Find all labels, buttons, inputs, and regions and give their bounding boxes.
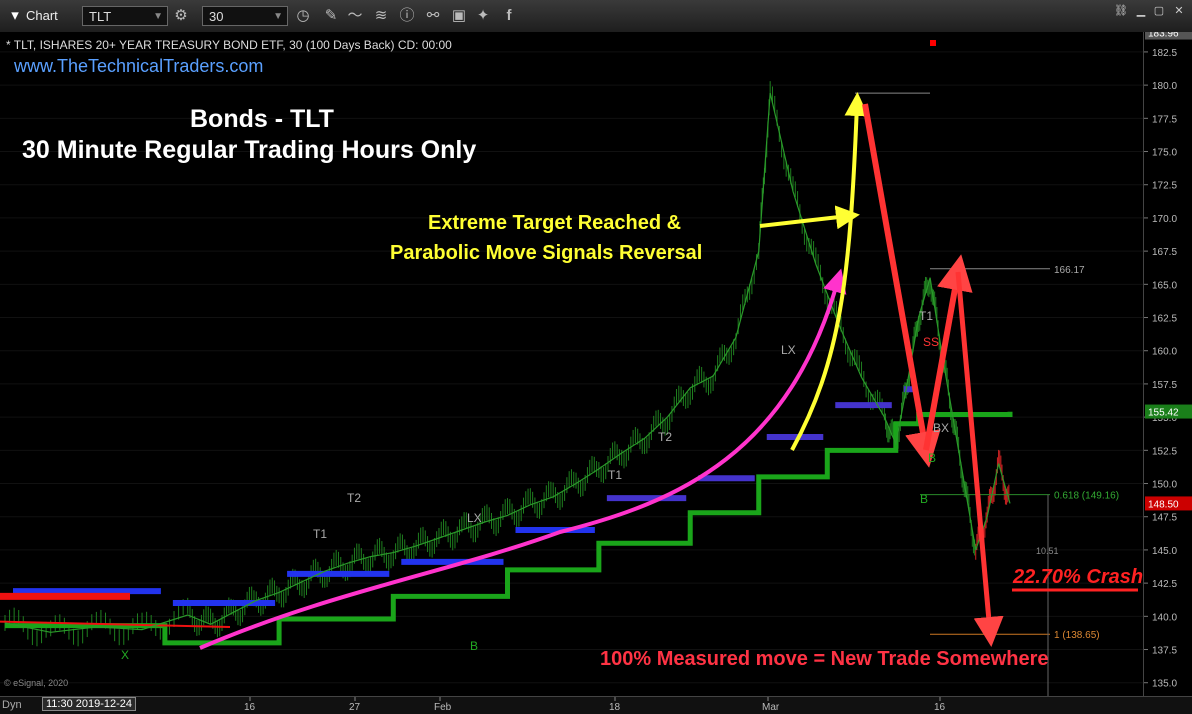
info-icon[interactable]: ⓘ	[398, 7, 416, 25]
annotation-title2: 30 Minute Regular Trading Hours Only	[22, 136, 477, 164]
price-marker-label: 183.96	[1148, 32, 1179, 40]
time-tick-label: Feb	[434, 702, 452, 713]
price-tick-label: 180.0	[1152, 81, 1177, 92]
signal-label: LX	[467, 511, 482, 525]
price-tick-label: 170.0	[1152, 214, 1177, 225]
chevron-down-icon[interactable]: ▼	[153, 7, 163, 27]
price-axis[interactable]: 135.0 137.5 140.0 142.5 145.0 147.5 150.0 152.5…	[1143, 25, 1192, 696]
chart-canvas: 166.17 0.618 (149.16) 1 (138.65) 10.51 T1 T2…	[0, 40, 1143, 696]
signal-label: B	[470, 639, 478, 653]
chevron-down-icon[interactable]: ▼	[273, 7, 283, 27]
signal-label: BX	[933, 421, 949, 435]
support-step-line	[5, 411, 1013, 646]
time-tick-label: 27	[349, 702, 361, 713]
interval-value: 30	[209, 9, 224, 24]
pencil-icon[interactable]: ✎	[322, 7, 340, 25]
gear-icon[interactable]: ⚙	[172, 7, 190, 25]
time-tick-label: 16	[934, 702, 946, 713]
website-link[interactable]: www.TheTechnicalTraders.com	[14, 56, 263, 77]
price-tick-label: 152.5	[1152, 446, 1177, 457]
price-marker-label: 148.50	[1148, 499, 1179, 510]
price-marker-label: 155.42	[1148, 408, 1179, 419]
twitter-icon[interactable]: ✦	[474, 7, 492, 25]
price-tick-label: 140.0	[1152, 612, 1177, 623]
yellow-parabola-arrow	[790, 92, 869, 451]
minimize-icon[interactable]: ▁	[1132, 4, 1150, 18]
price-tick-label: 165.0	[1152, 280, 1177, 291]
measure-label: 10.51	[1036, 546, 1059, 556]
copyright: © eSignal, 2020	[4, 678, 69, 688]
price-axis-canvas: 135.0 137.5 140.0 142.5 145.0 147.5 150.0 152.5…	[1144, 25, 1192, 690]
window-menu-icon[interactable]: ▾	[6, 7, 24, 25]
level-label: 1 (138.65)	[1054, 630, 1100, 641]
blue-stop-bars	[13, 386, 915, 607]
clock-icon[interactable]: ◷	[294, 7, 312, 25]
price-tick-label: 147.5	[1152, 513, 1177, 524]
price-tick-label: 160.0	[1152, 347, 1177, 358]
annotation-crash: 22.70% Crash	[1013, 566, 1144, 588]
symbol-input[interactable]: TLT ▼	[82, 6, 168, 26]
chart-title: * TLT, ISHARES 20+ YEAR TREASURY BOND ET…	[6, 38, 452, 52]
time-tick-label: 16	[244, 702, 256, 713]
time-axis[interactable]: Dyn 11:30 2019-12-24 16 27 Feb 18 Mar 16	[0, 696, 1192, 714]
close-icon[interactable]: ✕	[1170, 4, 1188, 18]
annotation-title1: Bonds - TLT	[190, 105, 334, 133]
level-label: 0.618 (149.16)	[1054, 491, 1119, 502]
price-tick-label: 167.5	[1152, 247, 1177, 258]
annotation-measured-move: 100% Measured move = New Trade Somewhere	[600, 648, 1049, 670]
signal-label: B	[920, 492, 928, 506]
annotation-extreme2: Parabolic Move Signals Reversal	[390, 242, 703, 264]
level-label: 166.17	[1054, 265, 1085, 276]
price-tick-label: 137.5	[1152, 646, 1177, 657]
facebook-icon[interactable]: f	[500, 7, 518, 25]
time-tick-label: Mar	[762, 702, 780, 713]
price-tick-label: 172.5	[1152, 181, 1177, 192]
signal-label: T2	[347, 491, 361, 505]
note-icon[interactable]: ▣	[450, 7, 468, 25]
price-tick-label: 145.0	[1152, 546, 1177, 557]
annotation-extreme1: Extreme Target Reached &	[428, 212, 682, 234]
signal-label: X	[121, 648, 129, 662]
trend-icon[interactable]: 〜	[346, 7, 364, 25]
signal-label: LX	[781, 343, 796, 357]
signal-label: T1	[919, 309, 933, 323]
app-title: Chart	[26, 8, 58, 23]
red-crash-arrow	[955, 271, 1004, 647]
price-tick-label: 162.5	[1152, 314, 1177, 325]
time-tick-label: 18	[609, 702, 621, 713]
signal-label: T1	[313, 527, 327, 541]
link-icon[interactable]: ⚯	[424, 7, 442, 25]
signal-label: T1	[608, 468, 622, 482]
price-tick-label: 177.5	[1152, 114, 1177, 125]
price-tick-label: 175.0	[1152, 148, 1177, 159]
price-tick-label: 157.5	[1152, 380, 1177, 391]
interval-input[interactable]: 30 ▼	[202, 6, 288, 26]
pink-parabola-arrow	[199, 268, 847, 650]
link-window-icon[interactable]: ⛓	[1112, 4, 1130, 18]
ex-alert-marker	[930, 40, 936, 46]
price-tick-label: 142.5	[1152, 579, 1177, 590]
time-axis-canvas: 16 27 Feb 18 Mar 16	[244, 697, 946, 713]
chart-toolbar: ▾ Chart TLT ▼ ⚙ 30 ▼ ◷ ✎ 〜 ≋ ⓘ ⚯ ▣ ✦ f ⛓…	[0, 0, 1192, 33]
price-tick-label: 135.0	[1152, 679, 1177, 690]
maximize-icon[interactable]: ▢	[1150, 4, 1168, 18]
signal-label: SS	[923, 335, 939, 349]
green-support-line	[5, 411, 1013, 646]
signal-label: T2	[658, 430, 672, 444]
price-tick-label: 150.0	[1152, 480, 1177, 491]
price-bars	[4, 81, 1010, 647]
layers-icon[interactable]: ≋	[372, 7, 390, 25]
signal-label: B	[928, 451, 936, 465]
symbol-value: TLT	[89, 9, 112, 24]
price-tick-label: 182.5	[1152, 48, 1177, 59]
chart-area[interactable]: 166.17 0.618 (149.16) 1 (138.65) 10.51 T1 T2…	[0, 32, 1143, 696]
